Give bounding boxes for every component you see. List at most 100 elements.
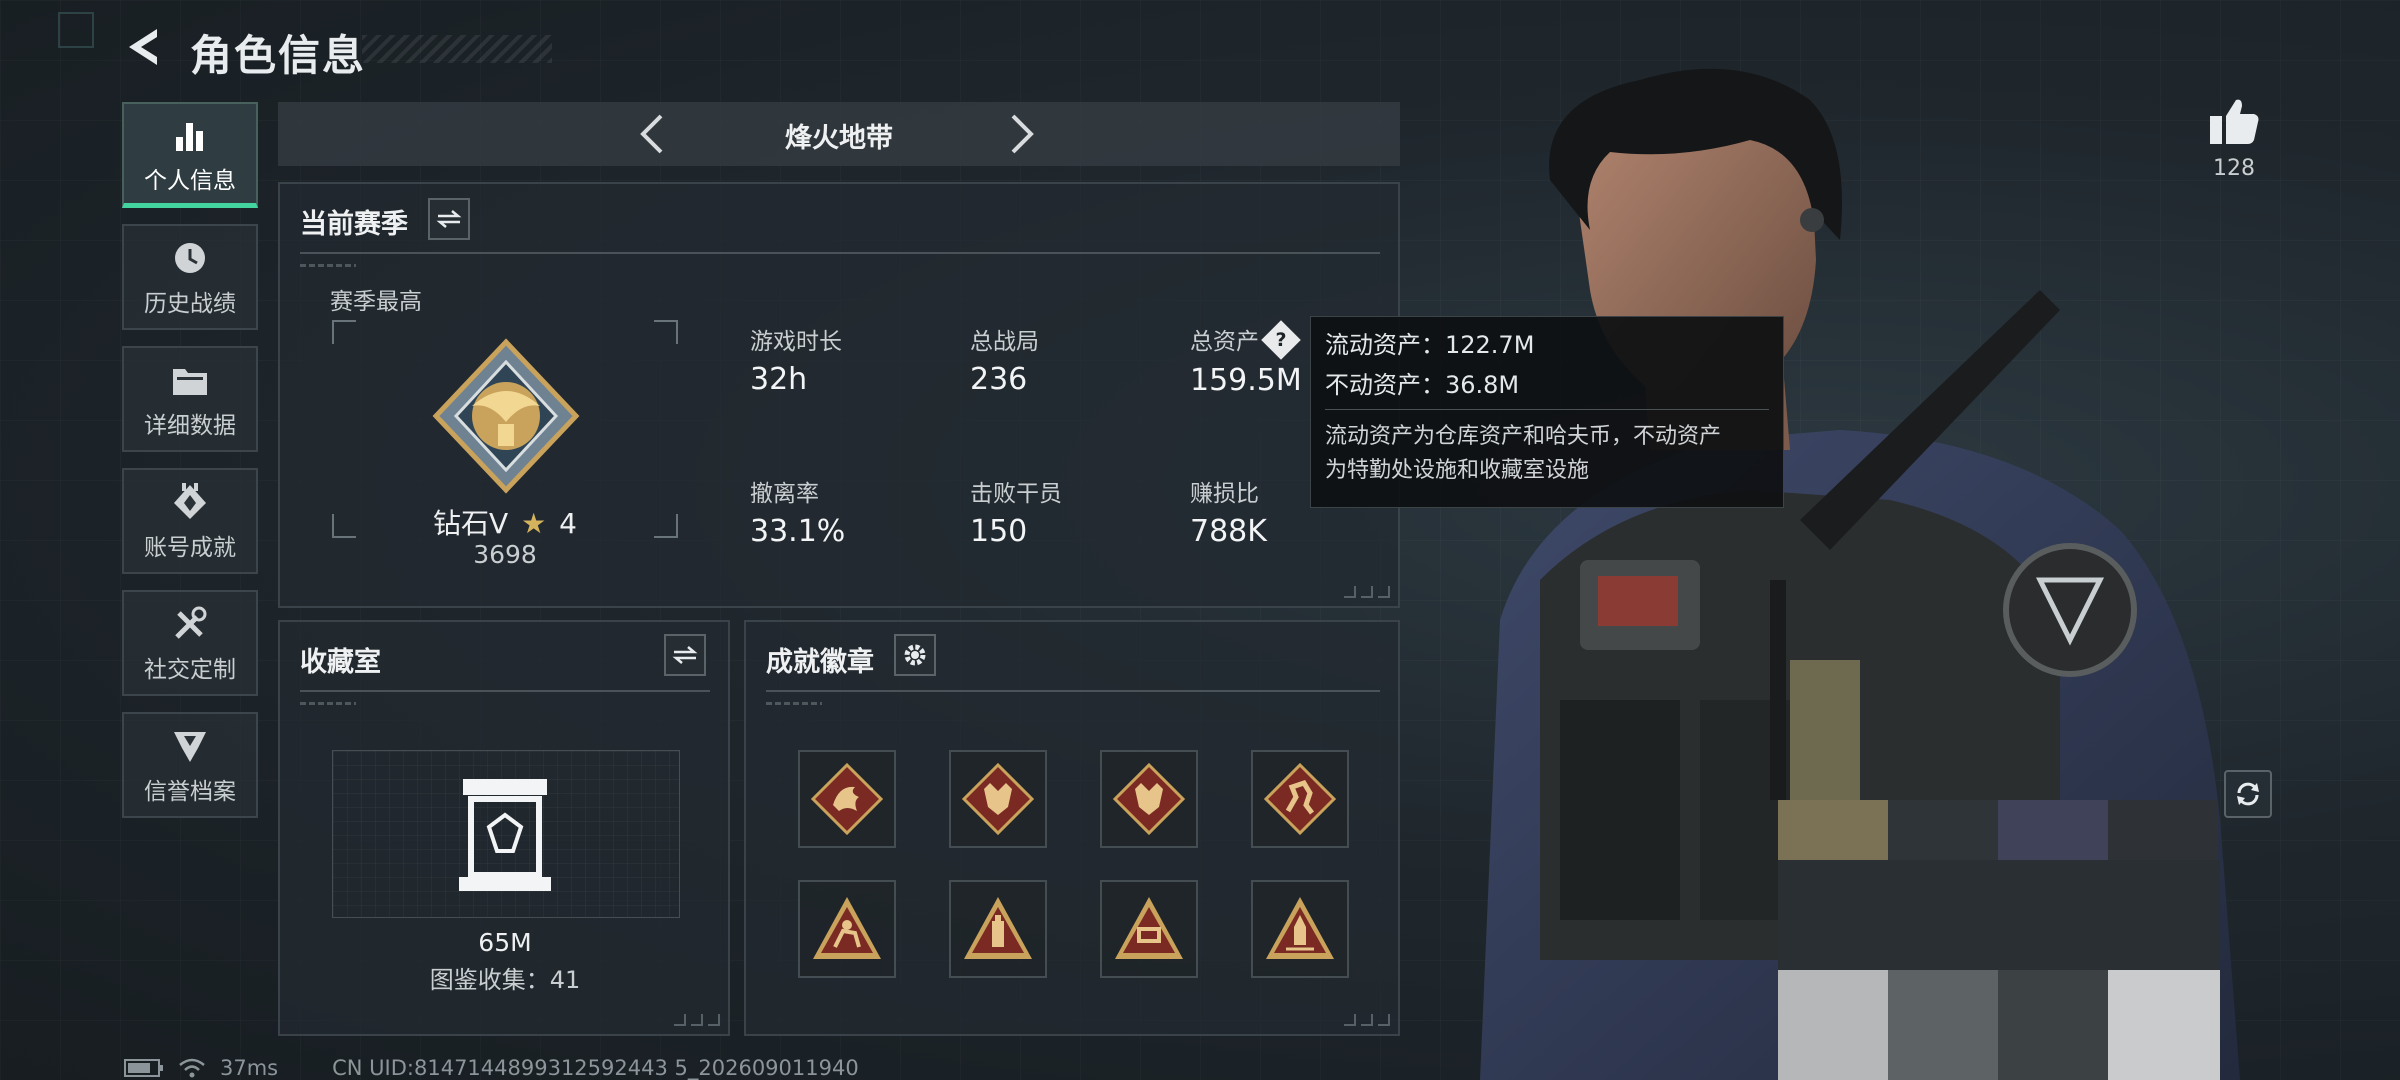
- sidebar-item-label: 社交定制: [144, 657, 236, 683]
- battery-icon: [124, 1059, 163, 1077]
- rotate-view-button[interactable]: [2224, 770, 2272, 818]
- star-icon: ★: [521, 507, 547, 540]
- badges-settings-button[interactable]: [894, 634, 936, 676]
- stat-value: 33.1%: [750, 514, 846, 549]
- fixed-assets: 不动资产：36.8M: [1325, 371, 1520, 399]
- sidebar-item-label: 个人信息: [144, 167, 236, 194]
- stat-label: 总战局: [970, 329, 1039, 355]
- next-mode-button[interactable]: [998, 110, 1046, 158]
- badge-grid: [798, 750, 1349, 978]
- wolf-badge-icon: [1112, 762, 1186, 836]
- badge-slot[interactable]: [949, 880, 1047, 978]
- thumbs-up-icon: [2210, 99, 2259, 144]
- collection-display[interactable]: [332, 750, 680, 918]
- badge-slot[interactable]: [1100, 750, 1198, 848]
- assets-tooltip: 流动资产：122.7M 不动资产：36.8M 流动资产为仓库资产和哈夫币，不动资…: [1310, 316, 1784, 508]
- sidebar-item-credit[interactable]: 信誉档案: [122, 712, 258, 818]
- stat-label: 游戏时长: [750, 329, 842, 355]
- shield-emblem-icon: [172, 724, 208, 768]
- badge-slot[interactable]: [949, 750, 1047, 848]
- stat-value: 32h: [750, 362, 808, 397]
- bottle-badge-icon: [964, 897, 1032, 959]
- divider-decoration: [300, 264, 356, 267]
- mode-selector: 烽火地带: [278, 102, 1400, 166]
- achievement-medal-icon: [172, 480, 208, 524]
- badges-panel: 成就徽章: [744, 620, 1400, 1036]
- corner-decoration: [1344, 586, 1390, 598]
- stat-play-time: 游戏时长 32h: [750, 322, 842, 397]
- stat-label: 撤离率: [750, 481, 819, 507]
- stat-value: 159.5M: [1190, 362, 1302, 398]
- season-title: 当前赛季: [300, 209, 408, 240]
- collection-title: 收藏室: [300, 647, 381, 678]
- divider-decoration: [300, 702, 356, 705]
- badge-slot[interactable]: [1251, 880, 1349, 978]
- wifi-icon: [179, 1058, 205, 1078]
- player-uid: CN UID:8147144899312592443 5_20260901194…: [332, 1056, 859, 1080]
- help-icon[interactable]: ?: [1261, 319, 1301, 360]
- divider: [766, 690, 1380, 692]
- gear-icon: [904, 644, 926, 666]
- sidebar-item-social[interactable]: 社交定制: [122, 590, 258, 696]
- season-best-label: 赛季最高: [330, 289, 422, 315]
- collection-value: 65M: [478, 928, 532, 957]
- rocket-badge-icon: [1266, 897, 1334, 959]
- badges-title: 成就徽章: [766, 647, 874, 678]
- rider-badge-icon: [813, 897, 881, 959]
- badge-slot[interactable]: [1100, 880, 1198, 978]
- game-screen: 角色信息 个人信息 历史战绩 详细数据 账号成就 社交定制 信誉档案 烽火地带 …: [0, 0, 2400, 1080]
- sidebar-item-personal-info[interactable]: 个人信息: [122, 102, 258, 208]
- corner-decoration: [674, 1014, 720, 1026]
- stat-profit-ratio: 赚损比 788K: [1190, 474, 1267, 549]
- collection-panel: 收藏室 65M 图鉴收集：41: [278, 620, 730, 1036]
- title-decoration: [362, 35, 552, 63]
- sidebar-item-detailed-data[interactable]: 详细数据: [122, 346, 258, 452]
- stat-value: 236: [970, 362, 1028, 397]
- collection-switch-button[interactable]: [664, 634, 706, 676]
- rank-stars: 4: [559, 507, 577, 540]
- dragon-badge-icon: [810, 762, 884, 836]
- tooltip-divider: [1325, 409, 1769, 410]
- sidebar-item-label: 历史战绩: [144, 291, 236, 317]
- stat-label: 总资产: [1190, 329, 1259, 355]
- sidebar-item-label: 详细数据: [144, 413, 236, 439]
- sidebar: 个人信息 历史战绩 详细数据 账号成就 社交定制 信誉档案: [122, 102, 258, 834]
- back-arrow-icon: [129, 29, 157, 65]
- corner-decoration: [58, 12, 94, 48]
- badge-slot[interactable]: [1251, 750, 1349, 848]
- liquid-assets: 流动资产：122.7M: [1325, 331, 1535, 359]
- runner-badge-icon: [1263, 762, 1337, 836]
- season-switch-button[interactable]: [428, 198, 470, 240]
- like-count: 128: [2213, 156, 2255, 181]
- stat-value: 150: [970, 514, 1028, 549]
- chevron-right-icon: [1011, 114, 1034, 154]
- history-clock-icon: [171, 236, 209, 280]
- stat-total-matches: 总战局 236: [970, 322, 1039, 397]
- rank-score: 3698: [473, 540, 537, 569]
- stat-value: 788K: [1190, 514, 1267, 549]
- sidebar-item-label: 账号成就: [144, 535, 236, 561]
- stat-total-assets: 总资产? 159.5M: [1190, 319, 1302, 398]
- tooltip-desc-line2: 为特勤处设施和收藏室设施: [1325, 458, 1590, 483]
- pixelated-overlay: [1778, 800, 2220, 1080]
- sidebar-item-achievements[interactable]: 账号成就: [122, 468, 258, 574]
- stat-label-row: 总资产?: [1190, 319, 1302, 360]
- badge-slot[interactable]: [798, 880, 896, 978]
- rotate-icon: [2237, 782, 2259, 806]
- divider: [300, 690, 710, 692]
- diamond-rank-emblem-icon: [432, 338, 580, 494]
- collection-count: 图鉴收集：41: [429, 966, 581, 994]
- ping-value: 37ms: [220, 1056, 279, 1080]
- tooltip-desc-line1: 流动资产为仓库资产和哈夫币，不动资产: [1325, 424, 1722, 449]
- wolf-badge-icon: [961, 762, 1035, 836]
- status-footer: 37ms CN UID:8147144899312592443 5_202609…: [124, 1056, 859, 1080]
- like-button[interactable]: 128: [2204, 96, 2264, 181]
- tools-icon: [171, 602, 209, 646]
- display-case-icon: [459, 779, 551, 891]
- sidebar-item-history[interactable]: 历史战绩: [122, 224, 258, 330]
- swap-icon: [672, 646, 698, 664]
- badge-slot[interactable]: [798, 750, 896, 848]
- sidebar-item-label: 信誉档案: [144, 779, 236, 805]
- divider: [300, 252, 1380, 254]
- back-button[interactable]: [118, 22, 168, 72]
